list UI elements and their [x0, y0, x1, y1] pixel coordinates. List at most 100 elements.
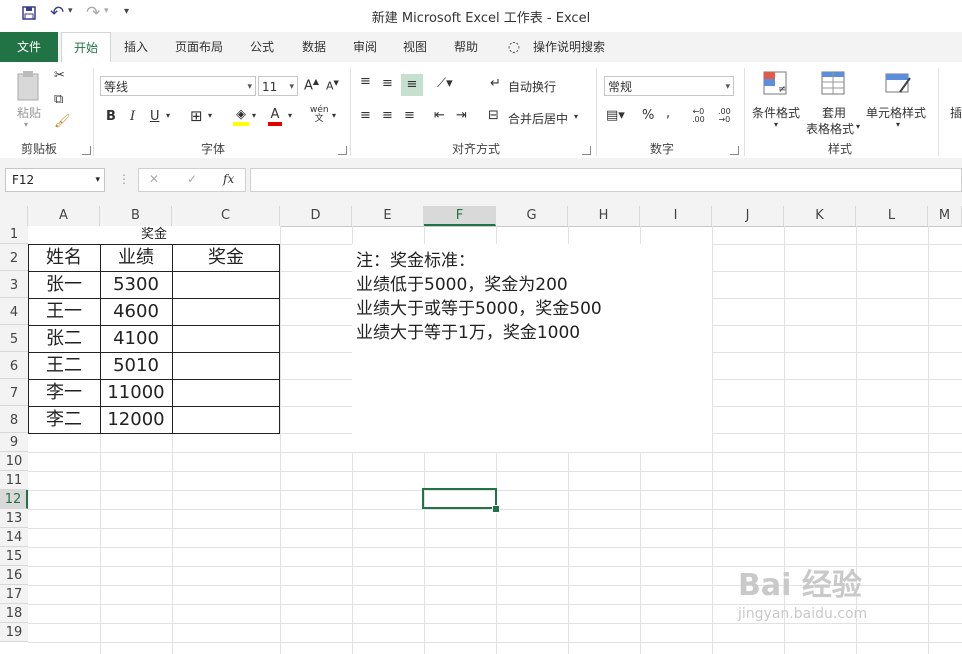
font-name-select[interactable]: 等线 ▾ [100, 76, 256, 96]
row-header[interactable]: 10 [0, 452, 28, 471]
name-cell[interactable]: 李二 [28, 406, 100, 433]
column-header-k[interactable]: K [784, 206, 856, 226]
performance-cell[interactable]: 5300 [100, 271, 172, 298]
format-painter-icon[interactable]: 🖌 [54, 114, 71, 129]
column-header-a[interactable]: A [28, 206, 100, 226]
tab-home[interactable]: 开始 [61, 32, 111, 63]
column-header-f[interactable]: F [424, 206, 496, 226]
bold-button[interactable]: B [106, 109, 116, 124]
italic-button[interactable]: I [130, 109, 135, 124]
name-cell[interactable]: 张二 [28, 325, 100, 352]
name-cell[interactable]: 李一 [28, 379, 100, 406]
bonus-cell[interactable] [172, 271, 280, 298]
font-color-icon[interactable]: A [268, 107, 282, 126]
row-header[interactable]: 13 [0, 509, 28, 528]
grow-font-icon[interactable]: A▲ [304, 77, 319, 93]
underline-dropdown-icon[interactable]: ▾ [166, 111, 170, 120]
row-header[interactable]: 2 [0, 244, 28, 271]
bonus-cell[interactable] [172, 406, 280, 433]
header-cell-bonus[interactable]: 奖金 [172, 244, 280, 271]
number-format-select[interactable]: 常规 ▾ [604, 76, 734, 96]
align-left-icon[interactable]: ≡ [360, 108, 371, 123]
decrease-indent-icon[interactable]: ⇤ [434, 108, 445, 123]
row-header[interactable]: 15 [0, 547, 28, 566]
header-cell-name[interactable]: 姓名 [28, 244, 100, 271]
tab-formulas[interactable]: 公式 [242, 32, 282, 62]
row-header[interactable]: 7 [0, 379, 28, 406]
fill-color-dropdown-icon[interactable]: ▾ [252, 111, 256, 120]
align-middle-icon[interactable]: ≡ [382, 76, 393, 91]
font-size-select[interactable]: 11 ▾ [258, 76, 298, 96]
fill-handle[interactable] [492, 505, 500, 513]
format-as-table-icon[interactable] [820, 70, 848, 102]
cut-icon[interactable]: ✂ [54, 68, 65, 83]
conditional-formatting-button[interactable]: 条件格式 [752, 104, 800, 121]
merge-center-button[interactable]: 合并后居中 [508, 110, 568, 127]
row-header[interactable]: 19 [0, 623, 28, 642]
column-header-l[interactable]: L [856, 206, 928, 226]
row-header[interactable]: 18 [0, 604, 28, 623]
insert-function-icon[interactable]: fx [223, 172, 234, 186]
align-top-icon[interactable]: ≡ [360, 74, 371, 89]
sheet-title-cell[interactable]: 奖金 [28, 226, 280, 244]
comma-button[interactable]: , [666, 106, 670, 121]
header-cell-performance[interactable]: 业绩 [100, 244, 172, 271]
cell-styles-button[interactable]: 单元格样式 [866, 104, 926, 121]
row-header[interactable]: 12 [0, 490, 28, 509]
column-header-b[interactable]: B [100, 206, 172, 226]
select-all-corner[interactable] [0, 206, 28, 226]
column-header-h[interactable]: H [568, 206, 640, 226]
formula-input[interactable] [250, 168, 962, 192]
table-dropdown-icon[interactable]: ▾ [856, 122, 860, 131]
tab-insert[interactable]: 插入 [116, 32, 156, 62]
name-cell[interactable]: 王一 [28, 298, 100, 325]
tab-view[interactable]: 视图 [395, 32, 435, 62]
bonus-cell[interactable] [172, 298, 280, 325]
tab-help[interactable]: 帮助 [446, 32, 486, 62]
active-cell-selection[interactable] [422, 488, 497, 509]
bonus-cell[interactable] [172, 352, 280, 379]
merge-dropdown-icon[interactable]: ▾ [574, 112, 578, 121]
font-launcher-icon[interactable] [338, 146, 347, 155]
conditional-dropdown-icon[interactable]: ▾ [774, 120, 778, 129]
paste-label[interactable]: 粘贴 [17, 104, 41, 121]
tab-data[interactable]: 数据 [294, 32, 334, 62]
merge-center-icon[interactable]: ⊟ [488, 108, 499, 123]
name-box[interactable]: F12 ▾ [5, 168, 105, 192]
borders-dropdown-icon[interactable]: ▾ [208, 111, 212, 120]
row-header[interactable]: 5 [0, 325, 28, 352]
increase-indent-icon[interactable]: ⇥ [456, 108, 467, 123]
name-cell[interactable]: 张一 [28, 271, 100, 298]
align-right-icon[interactable]: ≡ [404, 108, 415, 123]
row-header[interactable]: 1 [0, 226, 28, 244]
accounting-format-icon[interactable]: ▤▾ [606, 108, 625, 123]
row-header[interactable]: 14 [0, 528, 28, 547]
align-center-icon[interactable]: ≡ [382, 108, 393, 123]
row-header[interactable]: 9 [0, 433, 28, 452]
column-header-d[interactable]: D [280, 206, 352, 226]
orientation-icon[interactable]: ⟋▾ [437, 76, 453, 91]
wrap-text-button[interactable]: 自动换行 [508, 78, 556, 95]
column-header-m[interactable]: M [928, 206, 962, 226]
performance-cell[interactable]: 5010 [100, 352, 172, 379]
alignment-launcher-icon[interactable] [582, 146, 591, 155]
percent-button[interactable]: % [642, 108, 654, 123]
bonus-cell[interactable] [172, 325, 280, 352]
row-header[interactable]: 16 [0, 566, 28, 585]
paste-dropdown-icon[interactable]: ▾ [24, 120, 28, 129]
clipboard-launcher-icon[interactable] [82, 146, 91, 155]
underline-button[interactable]: U [150, 109, 160, 124]
decrease-decimal-icon[interactable]: .00 →0 [718, 108, 731, 124]
tab-page-layout[interactable]: 页面布局 [168, 32, 230, 62]
row-header[interactable]: 3 [0, 271, 28, 298]
row-header[interactable]: 17 [0, 585, 28, 604]
tell-me-search[interactable]: 操作说明搜索 [528, 32, 610, 62]
shrink-font-icon[interactable]: A▼ [326, 79, 339, 93]
performance-cell[interactable]: 4600 [100, 298, 172, 325]
phonetic-dropdown-icon[interactable]: ▾ [332, 111, 336, 120]
paste-icon[interactable] [14, 70, 44, 104]
column-header-j[interactable]: J [712, 206, 784, 226]
conditional-formatting-icon[interactable]: ≠ [762, 70, 790, 102]
column-header-g[interactable]: G [496, 206, 568, 226]
borders-icon[interactable]: ⊞ [190, 107, 203, 125]
